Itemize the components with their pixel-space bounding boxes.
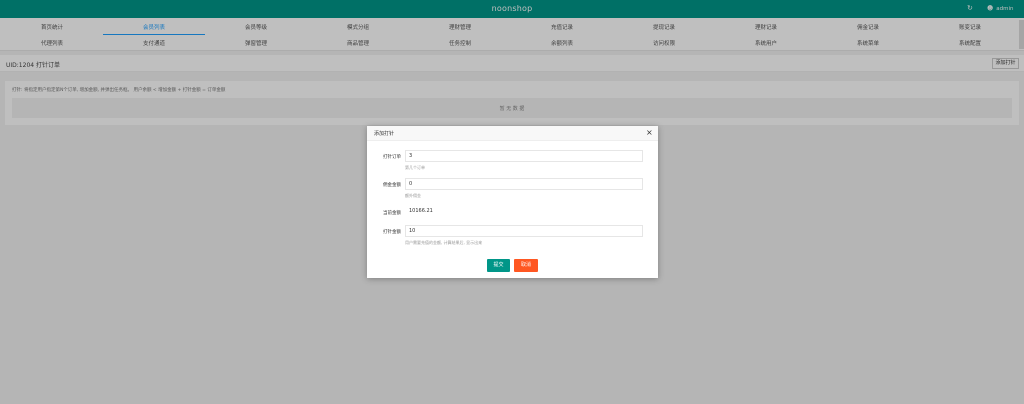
modal-header: 添加打针 × [367, 126, 658, 141]
commission-input[interactable]: 0 [405, 178, 643, 190]
commission-hint: 额外佣金 [405, 193, 421, 198]
cancel-button[interactable]: 取消 [514, 259, 538, 272]
order-number-input[interactable]: 3 [405, 150, 643, 162]
add-injection-modal: 添加打针 × 打针订单 3 第几个订单 佣金金额 0 额外佣金 当前金额 101… [367, 126, 658, 278]
injection-amount-input[interactable]: 10 [405, 225, 643, 237]
modal-title: 添加打针 [374, 131, 395, 137]
submit-button[interactable]: 提交 [487, 259, 510, 272]
injection-amount-label: 打针金额 [383, 230, 401, 235]
order-number-hint: 第几个订单 [405, 165, 425, 170]
current-amount-label: 当前金额 [383, 211, 401, 216]
close-icon[interactable]: × [646, 128, 653, 137]
order-number-label: 打针订单 [383, 155, 401, 160]
current-amount-value: 10166.21 [409, 208, 433, 214]
injection-amount-hint: 用户需要充值的金额, 计算结果后, 显示出来 [405, 240, 483, 245]
commission-label: 佣金金额 [383, 183, 401, 188]
